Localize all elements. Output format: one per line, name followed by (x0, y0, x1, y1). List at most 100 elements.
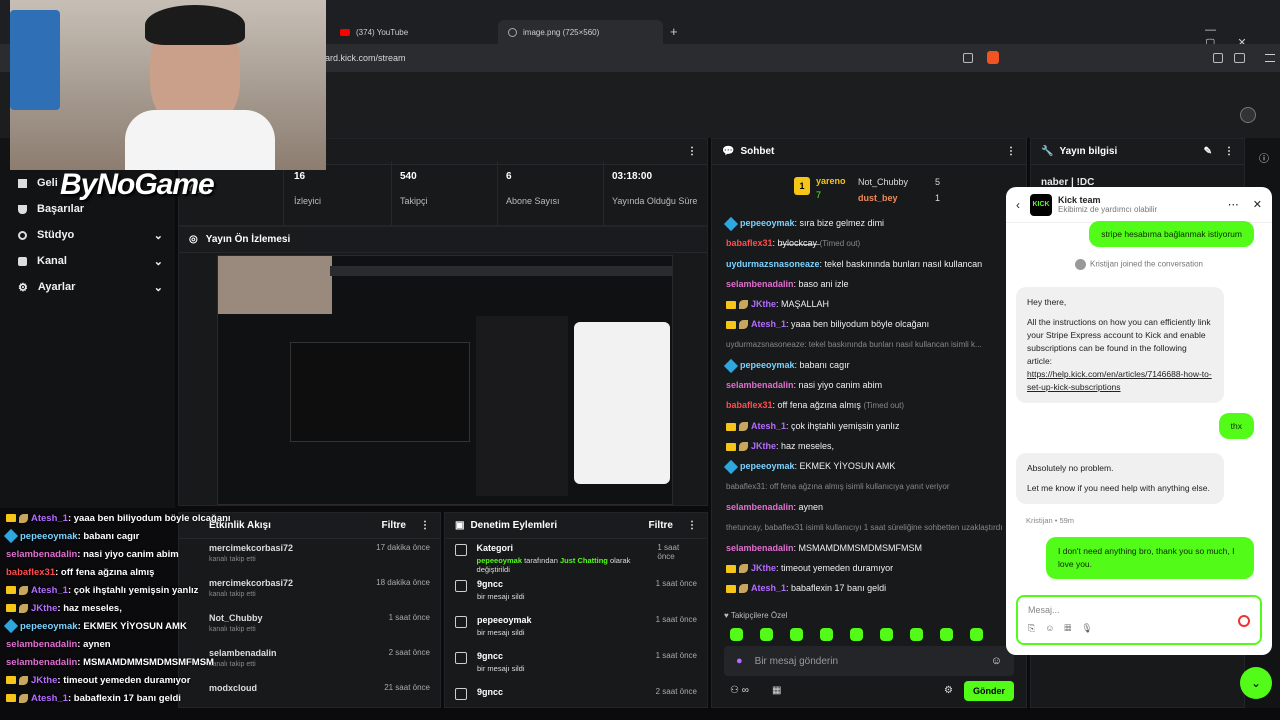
webcam-bg-object (10, 10, 60, 110)
chat-message: Atesh_1: yaaa ben biliyodum böyle olcağa… (712, 314, 1026, 334)
chat-tools[interactable]: ⚇ ∞ (730, 685, 749, 696)
moderation-row: 9gncc 2 saat önce (445, 683, 707, 719)
overlay-chat-line: Atesh_1: yaaa ben biliyodum böyle olcağa… (6, 510, 296, 528)
filter-button[interactable]: Filtre (382, 520, 406, 531)
send-disabled-icon (1238, 615, 1250, 627)
wallet-icon[interactable] (1234, 53, 1245, 63)
trash-icon (455, 688, 467, 700)
emote-icon[interactable] (850, 628, 863, 641)
badge-icon (739, 442, 748, 452)
chat-input[interactable]: ● Bir mesaj gönderin ☺ (724, 646, 1014, 676)
chat-message: thetuncay, babaflex31 isimli kullanıcıyı… (726, 523, 1003, 532)
emote-icon[interactable] (970, 628, 983, 641)
agent-message: Hey there, All the instructions on how y… (1016, 287, 1224, 403)
more-icon[interactable]: ⋮ (1006, 146, 1016, 157)
crown-icon (6, 604, 16, 613)
menu-icon[interactable] (1265, 54, 1275, 62)
send-button[interactable]: Gönder (964, 681, 1014, 701)
webcam-hair (145, 5, 245, 45)
input-tools[interactable]: ⎘☺▦🎙 (1028, 623, 1250, 634)
preview-browser-bar (330, 266, 672, 276)
sidebar-item-studio[interactable]: Stüdyo ⌄ (0, 222, 175, 248)
globe-icon (508, 27, 517, 37)
stream-info-header: 🔧 Yayın bilgisi ✎ ⋮ (1031, 139, 1244, 165)
user-message: I don't need anything bro, thank you so … (1046, 537, 1254, 579)
preview-chat (476, 316, 568, 496)
emote-icon[interactable] (880, 628, 893, 641)
chat-message: pepeeoymak: babanı cagır (712, 355, 1026, 375)
sidebar-item-settings[interactable]: ⚙ Ayarlar ⌄ (0, 274, 175, 300)
preview-header: ◎ Yayın Ön İzlemesi (179, 227, 707, 253)
chat-message: selambenadalin: nasi yiyo canim abim (726, 380, 883, 390)
moderation-row: 9gncc bir mesajı sildi 1 saat önce (445, 575, 707, 611)
info-icon[interactable]: ⓘ (1259, 150, 1280, 165)
mic-icon[interactable]: ● (736, 655, 743, 667)
webcam-shirt (125, 110, 275, 170)
emote-icon[interactable] (790, 628, 803, 641)
heart-icon: ♥ (724, 611, 731, 620)
filter-button[interactable]: Filtre (649, 520, 673, 531)
extensions-icon[interactable] (1213, 53, 1223, 63)
share-icon[interactable] (963, 53, 973, 63)
help-launcher-button[interactable]: ⌄ (1240, 667, 1272, 699)
overlay-chat-line: babaflex31: off fena ağzına almış (6, 567, 155, 578)
back-icon[interactable]: ‹ (1016, 198, 1020, 212)
home-icon (18, 178, 27, 188)
trash-icon (455, 616, 467, 628)
emote-icon[interactable] (910, 628, 923, 641)
help-article-link[interactable]: https://help.kick.com/en/articles/714668… (1027, 368, 1213, 394)
trophy-icon (18, 204, 27, 214)
chat-message: pepeeoymak: EKMEK YİYOSUN AMK (712, 456, 1026, 476)
more-icon[interactable]: ⋮ (687, 146, 697, 157)
store-icon[interactable]: ▦ (772, 685, 781, 696)
gear-icon[interactable]: ⚙ (944, 685, 953, 696)
new-tab-button[interactable]: + (670, 24, 678, 39)
channel-icon (18, 256, 27, 266)
help-message-input[interactable]: Mesaj... ⎘☺▦🎙 (1016, 595, 1262, 645)
crown-icon (726, 422, 736, 431)
preview-video[interactable] (217, 255, 673, 505)
overlay-chat-line: Atesh_1: çok ihştahlı yemişsin yanlız (6, 582, 296, 600)
rank-badge: 1 (794, 177, 810, 195)
more-icon[interactable]: ⋮ (1224, 146, 1234, 157)
chat-message: babaflex31: off fena ağzına almış isimli… (726, 482, 950, 491)
top-supporters: 1 yareno 7 Not_Chubby dust_bey 51 (712, 165, 1026, 213)
emote-icon[interactable] (730, 628, 743, 641)
trash-icon (455, 652, 467, 664)
more-icon[interactable]: ⋯ (1228, 198, 1239, 211)
emoji-icon[interactable]: ☺ (991, 655, 1002, 667)
badge-icon (19, 675, 28, 685)
chat-message: uydurmazsnasoneaze: tekel baskınında bun… (726, 259, 983, 269)
sidebar-item-channel[interactable]: Kanal ⌄ (0, 248, 175, 274)
tab-youtube[interactable]: (374) YouTube (330, 20, 495, 44)
emote-icon[interactable] (760, 628, 773, 641)
chat-message: pepeeoymak: sıra bize gelmez dimi (712, 213, 1026, 233)
badge-icon (739, 584, 748, 594)
overlay-chat-line: pepeeoymak: EKMEK YİYOSUN AMK (3, 618, 296, 636)
more-icon[interactable]: ⋮ (687, 520, 697, 531)
moderation-row: Kategori pepeeoymak tarafından Just Chatt… (445, 539, 707, 575)
emote-icon[interactable] (820, 628, 833, 641)
more-icon[interactable]: ⋮ (420, 520, 430, 531)
shield-icon: ▣ (455, 520, 465, 531)
chevron-down-icon: ⌄ (153, 229, 163, 242)
close-icon[interactable]: ✕ (1253, 198, 1262, 211)
preview-nested-video (290, 342, 470, 442)
avatar[interactable] (1240, 107, 1256, 123)
emote-icon[interactable] (940, 628, 953, 641)
studio-icon (18, 230, 27, 240)
help-header: ‹ KICK Kick team Ekibimiz de yardımcı ola… (1006, 187, 1272, 223)
overlay-chat: Atesh_1: yaaa ben biliyodum böyle olcağa… (3, 510, 296, 708)
brave-shield-icon[interactable] (987, 51, 999, 64)
chat-message: Atesh_1: babaflexin 17 banı geldi (712, 578, 1026, 598)
moderator-icon (3, 529, 19, 544)
overlay-chat-line: JKthe: timeout yemeden duramıyor (6, 672, 296, 690)
overlay-chat-line: selambenadalin: MSMAMDMMSMDMSMFMSM (6, 657, 214, 668)
moderation-row: pepeeoymak bir mesajı sildi 1 saat önce (445, 611, 707, 647)
tab-image[interactable]: image.png (725×560) (498, 20, 663, 44)
crown-icon (726, 584, 736, 593)
kick-logo-icon: KICK (1030, 193, 1052, 216)
edit-icon[interactable]: ✎ (1204, 146, 1212, 157)
chat-message: JKthe: haz meseles, (712, 436, 1026, 456)
join-notice: Kristijan joined the conversation (1006, 259, 1272, 270)
